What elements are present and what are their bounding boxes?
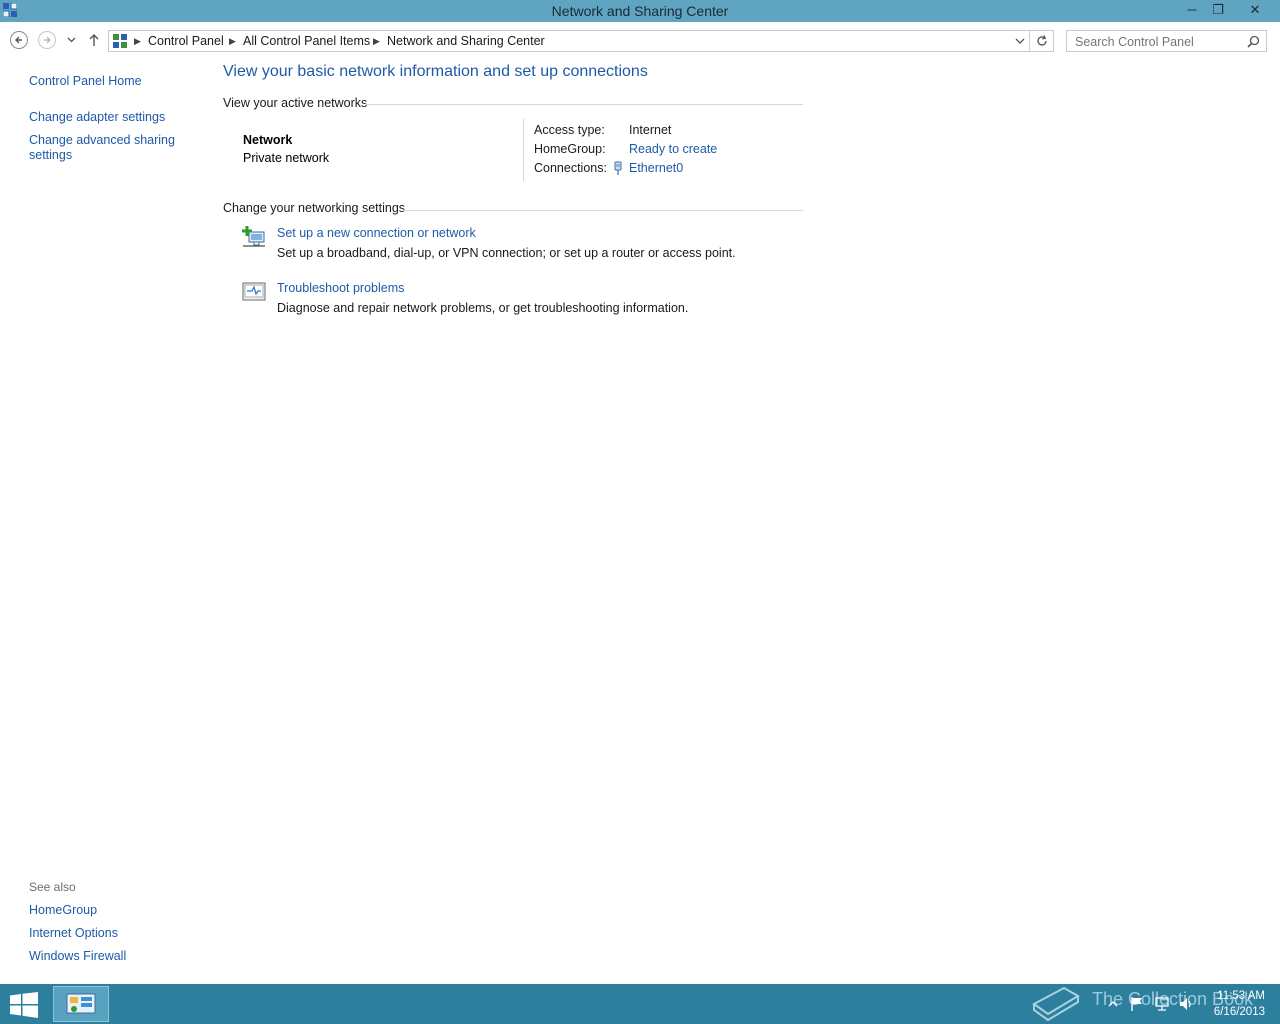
clock-date[interactable]: 6/16/2013 <box>1200 1006 1265 1018</box>
homegroup-status-link[interactable]: Ready to create <box>629 142 717 156</box>
active-networks-heading: View your active networks <box>223 96 368 110</box>
forward-arrow-icon <box>44 36 51 44</box>
chevron-down-icon[interactable] <box>1015 38 1025 45</box>
close-button[interactable]: ✕ <box>1240 0 1270 22</box>
breadcrumb-all-items[interactable]: All Control Panel Items <box>243 34 370 48</box>
section-divider <box>403 210 803 211</box>
network-name: Network <box>243 133 293 147</box>
title-bar[interactable]: Network and Sharing Center ─ ❐ ✕ <box>0 0 1280 22</box>
taskbar-control-panel-button[interactable] <box>53 986 109 1022</box>
new-connection-icon <box>242 226 265 247</box>
clock-time[interactable]: 11:53 AM <box>1205 990 1265 1002</box>
refresh-icon[interactable] <box>1035 34 1049 48</box>
breadcrumb-separator-icon[interactable]: ▶ <box>373 36 380 47</box>
search-input[interactable] <box>1073 33 1247 51</box>
access-type-label: Access type: <box>534 123 605 137</box>
up-arrow-icon[interactable] <box>88 33 100 47</box>
windows-start-icon[interactable] <box>10 992 38 1018</box>
back-button[interactable] <box>10 31 28 49</box>
address-bar[interactable]: ▶ Control Panel ▶ All Control Panel Item… <box>108 30 1054 52</box>
breadcrumb-control-panel[interactable]: Control Panel <box>148 34 224 48</box>
page-title: View your basic network information and … <box>223 63 648 80</box>
search-icon[interactable] <box>1247 35 1260 48</box>
setup-new-connection-link[interactable]: Set up a new connection or network <box>277 226 476 240</box>
troubleshoot-icon <box>242 282 266 301</box>
setup-new-connection-description: Set up a broadband, dial-up, or VPN conn… <box>277 246 736 260</box>
change-adapter-settings-link[interactable]: Change adapter settings <box>29 110 165 125</box>
control-panel-icon <box>66 993 96 1014</box>
action-center-flag-icon[interactable] <box>1130 996 1144 1012</box>
network-tray-icon[interactable] <box>1154 996 1170 1012</box>
back-arrow-icon <box>15 36 22 44</box>
section-divider <box>365 104 803 105</box>
search-box[interactable] <box>1066 30 1267 52</box>
restore-button[interactable]: ❐ <box>1204 0 1232 22</box>
internet-options-link[interactable]: Internet Options <box>29 926 118 941</box>
breadcrumb-separator-icon[interactable]: ▶ <box>229 36 236 47</box>
breadcrumb-separator-icon[interactable]: ▶ <box>134 36 141 47</box>
see-also-heading: See also <box>29 880 76 894</box>
network-type-link[interactable]: Private network <box>243 151 329 165</box>
control-panel-icon <box>113 34 127 48</box>
book-watermark-icon <box>1032 986 1080 1022</box>
chevron-down-icon[interactable] <box>67 37 76 43</box>
vertical-divider <box>523 119 524 181</box>
taskbar: The Collection Book 11:53 AM 6/16/2013 <box>0 984 1280 1024</box>
connections-label: Connections: <box>534 161 607 175</box>
access-type-value: Internet <box>629 123 672 137</box>
forward-button[interactable] <box>38 31 56 49</box>
control-panel-home-link[interactable]: Control Panel Home <box>29 74 142 89</box>
minimize-button[interactable]: ─ <box>1178 0 1206 22</box>
change-advanced-sharing-link[interactable]: Change advanced sharing settings <box>29 133 179 163</box>
windows-firewall-link[interactable]: Windows Firewall <box>29 949 126 964</box>
homegroup-label: HomeGroup: <box>534 142 606 156</box>
change-settings-heading: Change your networking settings <box>223 201 406 215</box>
ethernet-icon <box>614 161 622 175</box>
troubleshoot-problems-description: Diagnose and repair network problems, or… <box>277 301 689 315</box>
homegroup-link[interactable]: HomeGroup <box>29 903 97 918</box>
troubleshoot-problems-link[interactable]: Troubleshoot problems <box>277 281 404 295</box>
window-title: Network and Sharing Center <box>551 3 729 19</box>
divider <box>1029 31 1030 51</box>
volume-icon[interactable] <box>1178 996 1194 1012</box>
show-hidden-icons-icon[interactable] <box>1108 1000 1118 1007</box>
ethernet-connection-link[interactable]: Ethernet0 <box>629 161 683 175</box>
breadcrumb-current[interactable]: Network and Sharing Center <box>387 34 545 48</box>
